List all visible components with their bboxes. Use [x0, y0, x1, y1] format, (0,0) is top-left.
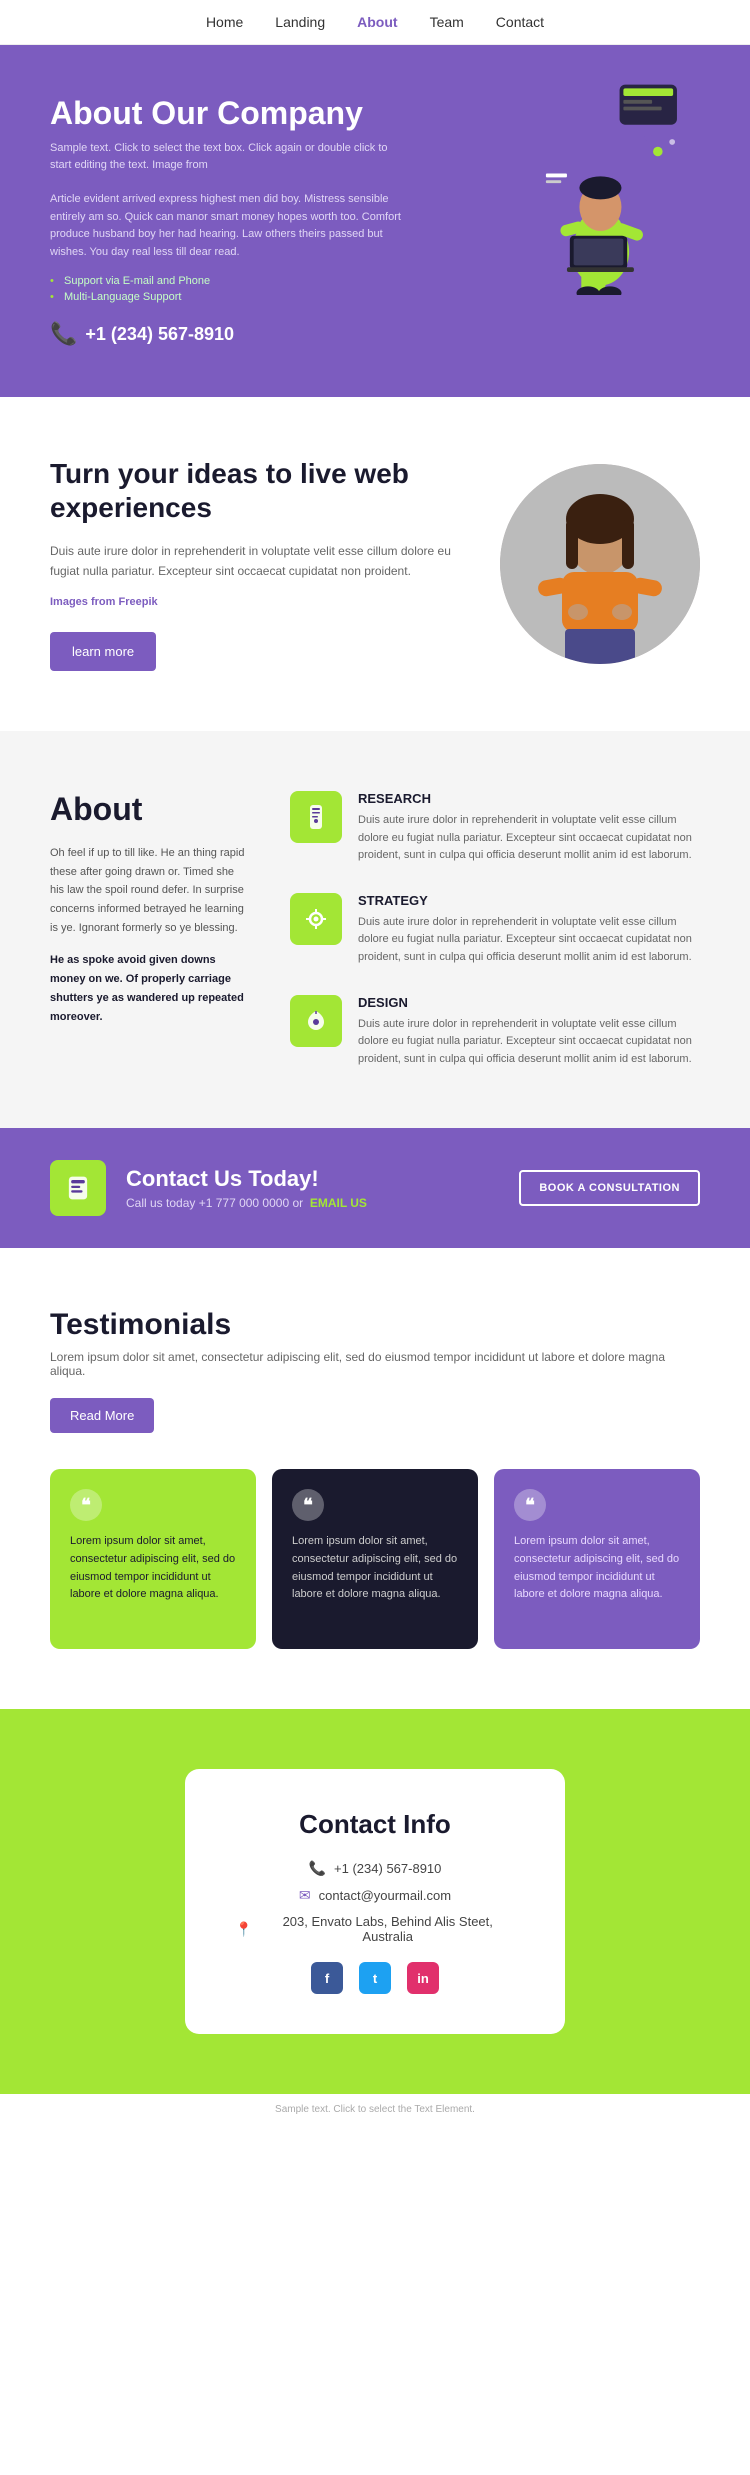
freepik-link[interactable]: Freepik — [118, 596, 157, 608]
email-contact-icon: ✉ — [299, 1887, 311, 1904]
contact-heading: Contact Info — [235, 1809, 515, 1840]
person-photo — [500, 464, 700, 664]
research-body: Duis aute irure dolor in reprehenderit i… — [358, 812, 700, 865]
contact-phone: +1 (234) 567-8910 — [334, 1861, 441, 1876]
phone-number: +1 (234) 567-8910 — [85, 324, 234, 345]
nav-team[interactable]: Team — [430, 14, 464, 30]
cta-subtitle: Call us today +1 777 000 0000 or EMAIL U… — [126, 1196, 499, 1210]
quote-icon-2: ❝ — [292, 1489, 324, 1521]
contact-email: contact@yourmail.com — [319, 1888, 451, 1903]
learn-more-button[interactable]: learn more — [50, 632, 156, 671]
hero-title: About Our Company — [50, 95, 408, 132]
service-strategy: STRATEGY Duis aute irure dolor in repreh… — [290, 893, 700, 967]
phone-icon: 📞 — [50, 321, 77, 347]
twitter-button[interactable]: t — [359, 1962, 391, 1994]
cta-title: Contact Us Today! — [126, 1166, 499, 1192]
testimonials-section: Testimonials Lorem ipsum dolor sit amet,… — [0, 1248, 750, 1709]
testimonial-card-1: ❝ Lorem ipsum dolor sit amet, consectetu… — [50, 1469, 256, 1649]
hero-bullets: Support via E-mail and Phone Multi-Langu… — [50, 275, 408, 303]
services-list: RESEARCH Duis aute irure dolor in repreh… — [290, 791, 700, 1068]
testimonials-heading: Testimonials — [50, 1308, 700, 1342]
book-consultation-button[interactable]: BOOK A CONSULTATION — [519, 1170, 700, 1206]
design-text: DESIGN Duis aute irure dolor in reprehen… — [358, 995, 700, 1069]
design-icon-box — [290, 995, 342, 1047]
navigation: Home Landing About Team Contact — [0, 0, 750, 45]
read-more-button[interactable]: Read More — [50, 1398, 154, 1433]
contact-address: 203, Envato Labs, Behind Alis Steet, Aus… — [260, 1914, 515, 1944]
hero-illustration — [500, 65, 720, 305]
design-body: Duis aute irure dolor in reprehenderit i… — [358, 1016, 700, 1069]
testimonials-intro: Lorem ipsum dolor sit amet, consectetur … — [50, 1350, 700, 1378]
testimonial-cards: ❝ Lorem ipsum dolor sit amet, consectetu… — [50, 1469, 700, 1649]
strategy-body: Duis aute irure dolor in reprehenderit i… — [358, 914, 700, 967]
hero-content: About Our Company Sample text. Click to … — [50, 95, 408, 347]
research-text: RESEARCH Duis aute irure dolor in repreh… — [358, 791, 700, 865]
hero-subtitle: Sample text. Click to select the text bo… — [50, 140, 408, 173]
testimonial-card-3: ❝ Lorem ipsum dolor sit amet, consectetu… — [494, 1469, 700, 1649]
quote-icon-3: ❝ — [514, 1489, 546, 1521]
testimonial-text-1: Lorem ipsum dolor sit amet, consectetur … — [70, 1533, 236, 1603]
service-research: RESEARCH Duis aute irure dolor in repreh… — [290, 791, 700, 865]
email-us-link[interactable]: EMAIL US — [310, 1196, 367, 1210]
service-design: DESIGN Duis aute irure dolor in reprehen… — [290, 995, 700, 1069]
hero-phone: 📞 +1 (234) 567-8910 — [50, 321, 408, 347]
bullet-1: Support via E-mail and Phone — [50, 275, 408, 287]
research-title: RESEARCH — [358, 791, 700, 806]
ideas-image — [500, 464, 700, 664]
quote-icon-1: ❝ — [70, 1489, 102, 1521]
instagram-button[interactable]: in — [407, 1962, 439, 1994]
freepik-line: Images from Freepik — [50, 593, 460, 612]
about-body2: He as spoke avoid given downs money on w… — [50, 951, 250, 1026]
nav-home[interactable]: Home — [206, 14, 243, 30]
strategy-text: STRATEGY Duis aute irure dolor in repreh… — [358, 893, 700, 967]
design-title: DESIGN — [358, 995, 700, 1010]
ideas-heading: Turn your ideas to live web experiences — [50, 457, 460, 524]
testimonial-text-2: Lorem ipsum dolor sit amet, consectetur … — [292, 1533, 458, 1603]
phone-contact-icon: 📞 — [309, 1860, 326, 1877]
ideas-text: Turn your ideas to live web experiences … — [50, 457, 460, 671]
testimonial-card-2: ❝ Lorem ipsum dolor sit amet, consectetu… — [272, 1469, 478, 1649]
footer-hint: Sample text. Click to select the Text El… — [0, 2094, 750, 2125]
cta-icon-box — [50, 1160, 106, 1216]
nav-contact[interactable]: Contact — [496, 14, 544, 30]
cta-text: Contact Us Today! Call us today +1 777 0… — [126, 1166, 499, 1210]
bullet-2: Multi-Language Support — [50, 291, 408, 303]
contact-section: Contact Info 📞 +1 (234) 567-8910 ✉ conta… — [0, 1709, 750, 2094]
strategy-icon-box — [290, 893, 342, 945]
nav-landing[interactable]: Landing — [275, 14, 325, 30]
contact-card: Contact Info 📞 +1 (234) 567-8910 ✉ conta… — [185, 1769, 565, 2034]
about-services-section: About Oh feel if up to till like. He an … — [0, 731, 750, 1128]
address-contact-icon: 📍 — [235, 1921, 252, 1938]
nav-about[interactable]: About — [357, 14, 397, 30]
ideas-section: Turn your ideas to live web experiences … — [0, 397, 750, 731]
about-body1: Oh feel if up to till like. He an thing … — [50, 844, 250, 937]
ideas-body: Duis aute irure dolor in reprehenderit i… — [50, 541, 460, 582]
hero-body: Article evident arrived express highest … — [50, 191, 408, 261]
about-left: About Oh feel if up to till like. He an … — [50, 791, 250, 1068]
facebook-button[interactable]: f — [311, 1962, 343, 1994]
contact-email-item: ✉ contact@yourmail.com — [235, 1887, 515, 1904]
strategy-title: STRATEGY — [358, 893, 700, 908]
hero-section: About Our Company Sample text. Click to … — [0, 45, 750, 397]
about-heading: About — [50, 791, 250, 828]
research-icon-box — [290, 791, 342, 843]
contact-phone-item: 📞 +1 (234) 567-8910 — [235, 1860, 515, 1877]
testimonial-text-3: Lorem ipsum dolor sit amet, consectetur … — [514, 1533, 680, 1603]
social-links: f t in — [235, 1962, 515, 1994]
contact-address-item: 📍 203, Envato Labs, Behind Alis Steet, A… — [235, 1914, 515, 1944]
cta-banner: Contact Us Today! Call us today +1 777 0… — [0, 1128, 750, 1248]
